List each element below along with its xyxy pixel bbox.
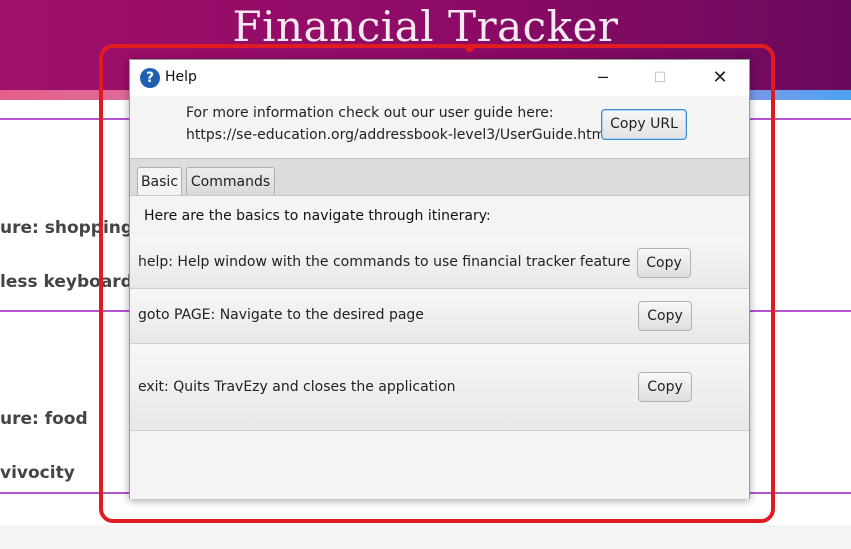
tab-content: Here are the basics to navigate through … (130, 195, 749, 499)
copy-url-button[interactable]: Copy URL (601, 109, 687, 140)
close-button[interactable]: ✕ (697, 60, 743, 96)
user-guide-url: https://se-education.org/addressbook-lev… (186, 127, 610, 143)
annotation-handle (465, 44, 474, 52)
help-circle-icon: ? (140, 68, 160, 88)
command-row: help: Help window with the commands to u… (130, 237, 749, 289)
help-window: ? Help ─ ☐ ✕ For more information check … (129, 59, 750, 499)
tab-bar: Basic Commands (130, 158, 749, 196)
tab-basic[interactable]: Basic (137, 167, 182, 196)
info-area: For more information check out our user … (130, 96, 749, 158)
tab-commands[interactable]: Commands (186, 167, 275, 196)
command-text: help: Help window with the commands to u… (138, 254, 631, 270)
command-row: goto PAGE: Navigate to the desired page … (130, 289, 749, 344)
list-item-label: ure: food (0, 409, 88, 429)
command-text: exit: Quits TravEzy and closes the appli… (138, 379, 456, 395)
command-text: goto PAGE: Navigate to the desired page (138, 307, 424, 323)
info-text: For more information check out our user … (186, 105, 554, 121)
list-item-label: vivocity (0, 463, 75, 483)
copy-button[interactable]: Copy (637, 248, 691, 278)
title-bar[interactable]: ? Help ─ ☐ ✕ (130, 60, 749, 96)
minimize-button[interactable]: ─ (580, 60, 626, 96)
window-title: Help (165, 69, 197, 85)
copy-button[interactable]: Copy (638, 301, 692, 331)
intro-text: Here are the basics to navigate through … (144, 208, 491, 224)
copy-button[interactable]: Copy (638, 372, 692, 402)
footer (0, 525, 851, 549)
maximize-button[interactable]: ☐ (637, 60, 683, 96)
command-row: exit: Quits TravEzy and closes the appli… (130, 344, 749, 431)
